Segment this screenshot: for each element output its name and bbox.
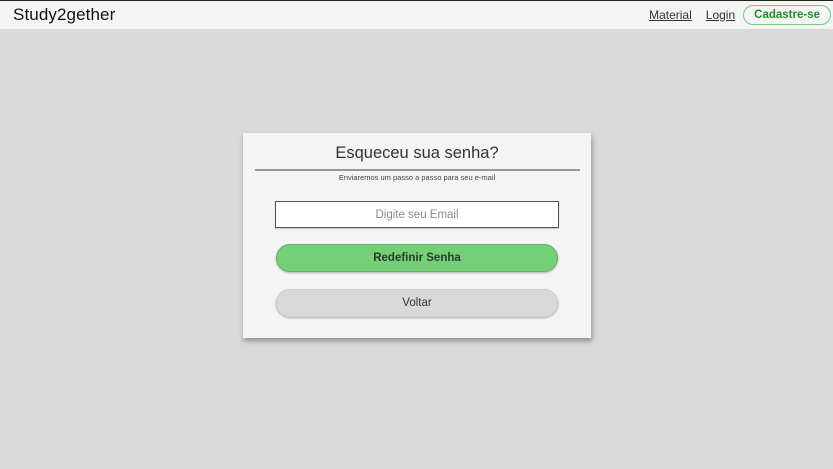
- nav-links: Material Login Cadastre-se: [649, 1, 833, 29]
- nav-link-material[interactable]: Material: [649, 8, 692, 22]
- nav-link-login[interactable]: Login: [706, 8, 735, 22]
- back-button[interactable]: Voltar: [276, 289, 558, 317]
- brand-logo[interactable]: Study2gether: [13, 5, 115, 25]
- forgot-password-card: Esqueceu sua senha? Enviaremos um passo …: [243, 133, 591, 338]
- signup-button[interactable]: Cadastre-se: [743, 5, 831, 25]
- reset-password-button[interactable]: Redefinir Senha: [276, 244, 558, 272]
- top-navigation-bar: Study2gether Material Login Cadastre-se: [0, 0, 833, 29]
- card-title: Esqueceu sua senha?: [335, 144, 499, 162]
- title-divider: [255, 169, 580, 171]
- email-input[interactable]: [275, 201, 559, 228]
- card-subtitle: Enviaremos um passo a passo para seu e-m…: [338, 173, 496, 182]
